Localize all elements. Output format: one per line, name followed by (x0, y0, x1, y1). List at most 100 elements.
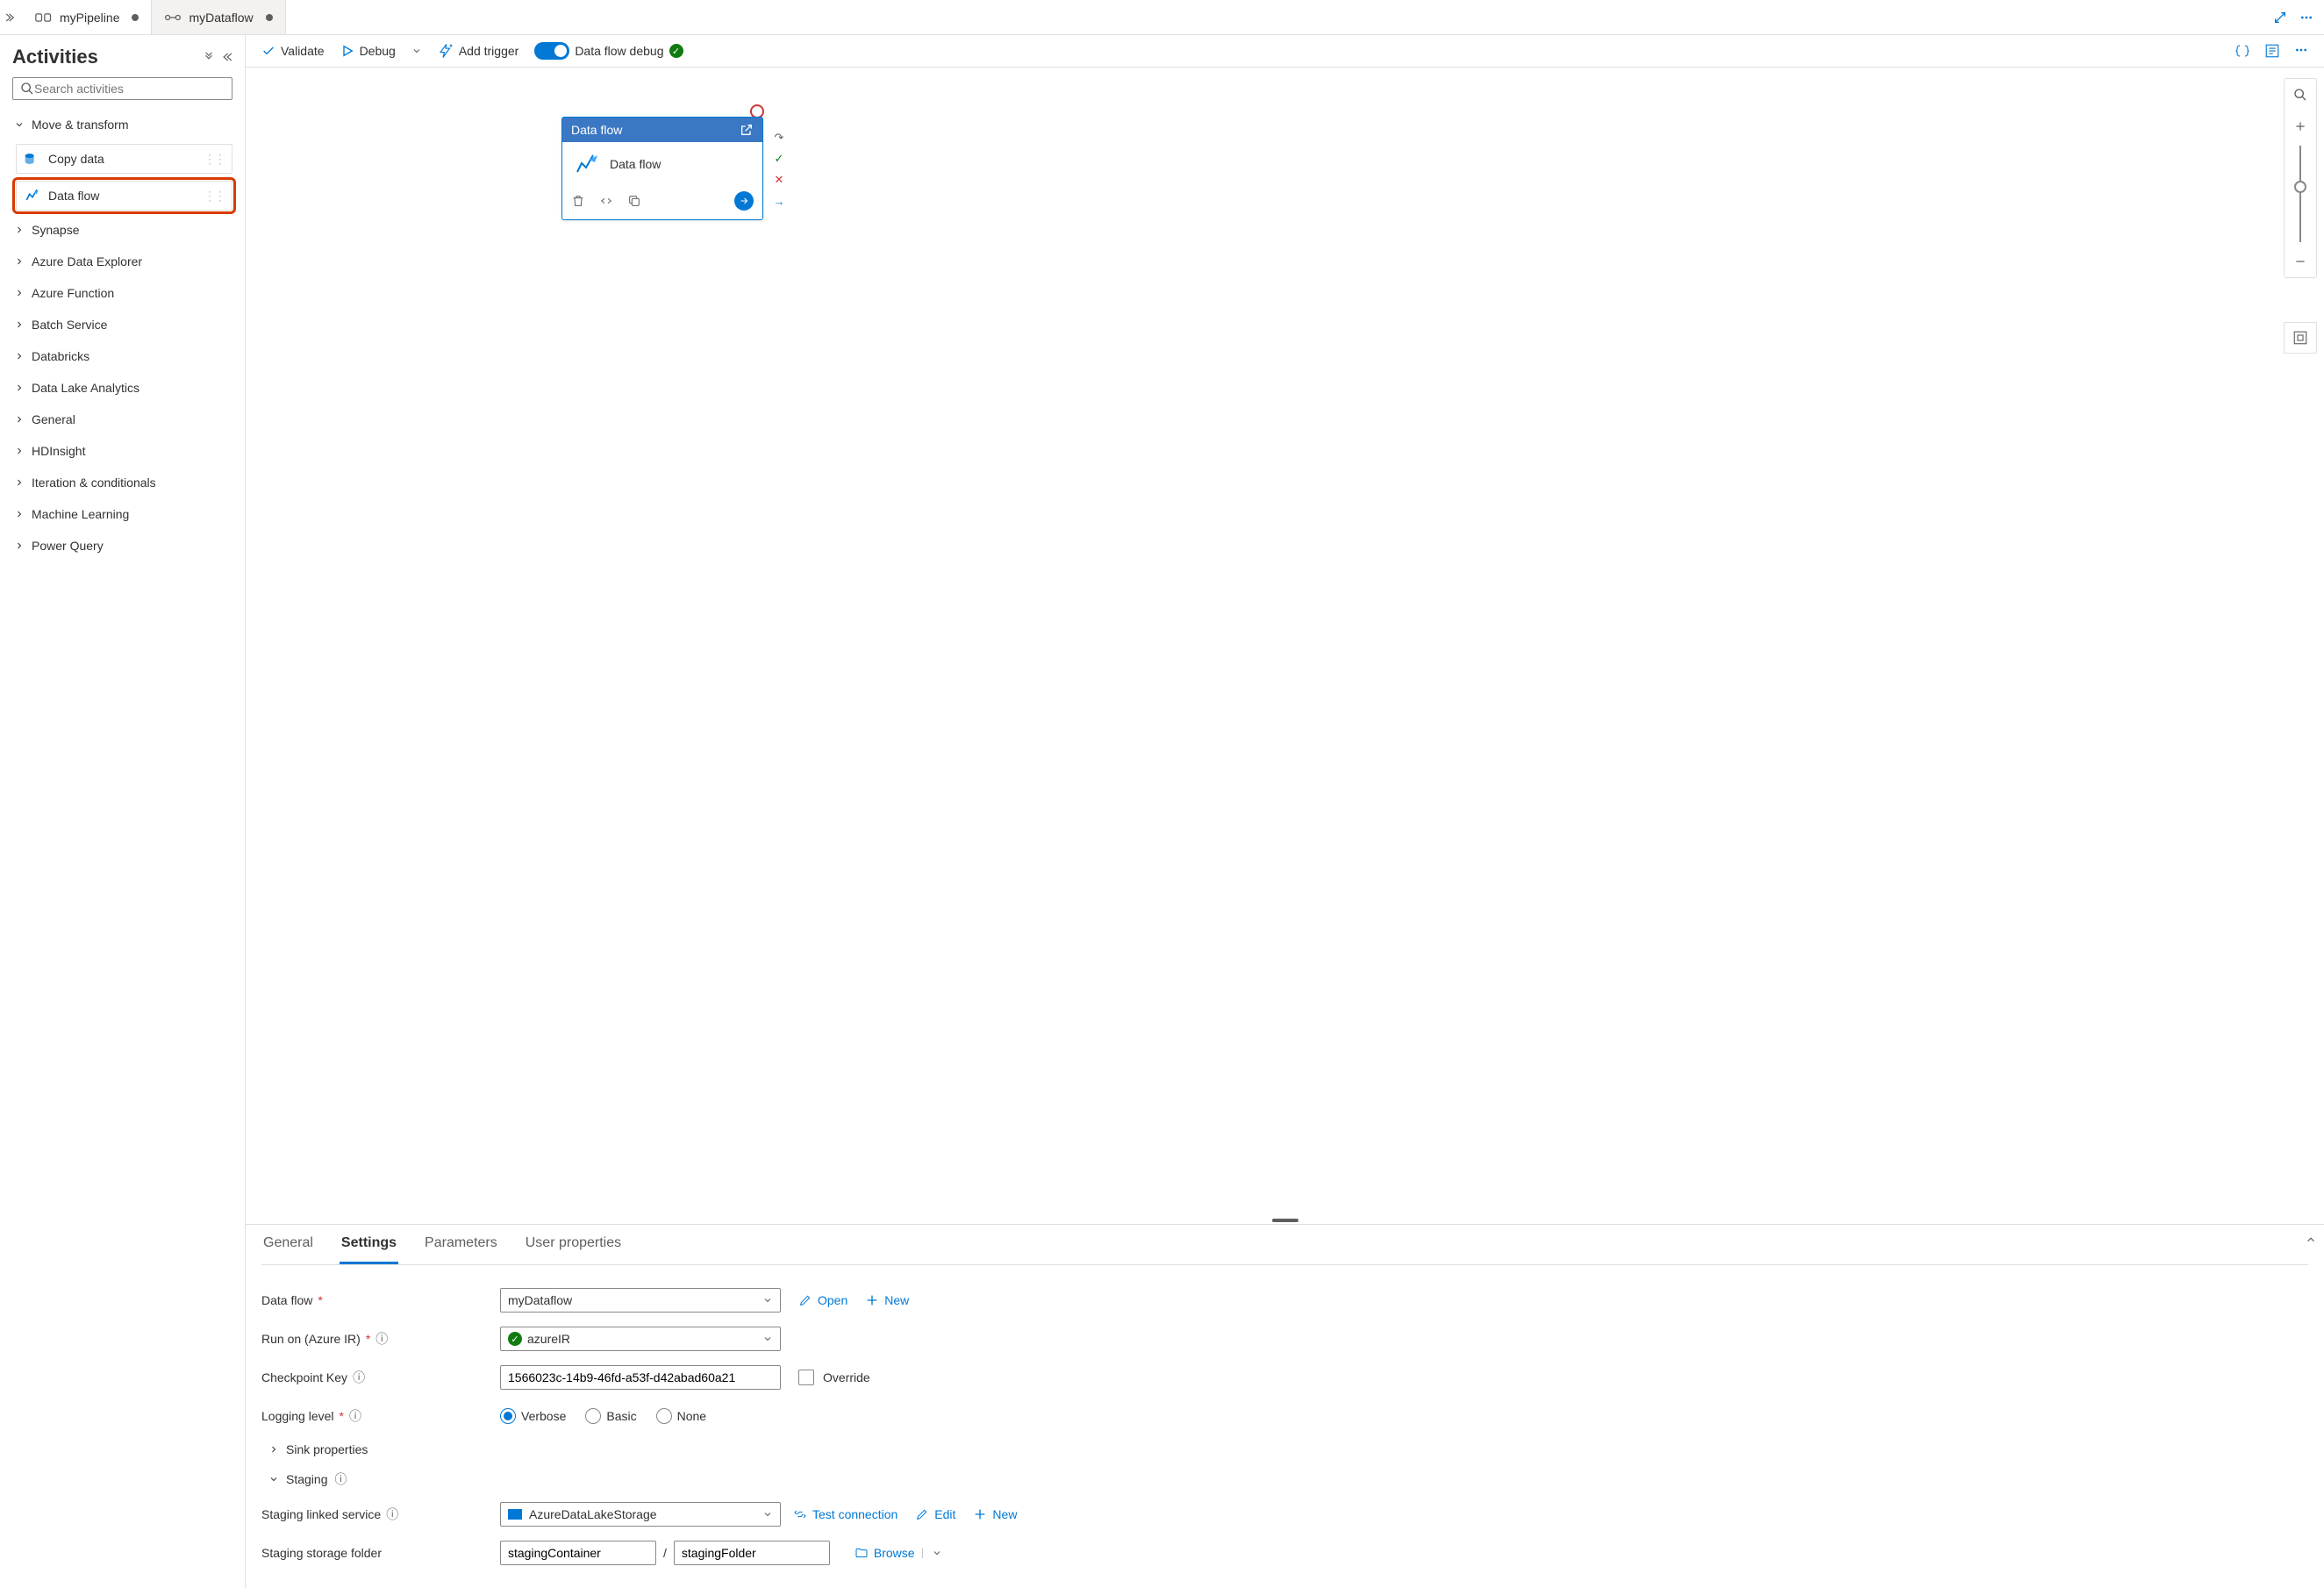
open-external-icon[interactable] (740, 123, 754, 137)
collapse-categories-icon[interactable] (203, 51, 215, 63)
chevron-right-icon (14, 414, 25, 425)
canvas-search-icon[interactable] (2285, 79, 2316, 111)
category-item[interactable]: Synapse (12, 214, 232, 246)
logging-none-radio[interactable]: None (656, 1408, 706, 1424)
category-move-transform[interactable]: Move & transform (12, 109, 232, 140)
new-service-link[interactable]: New (973, 1507, 1017, 1521)
more-icon[interactable] (2299, 11, 2313, 25)
search-icon (20, 82, 34, 96)
staging-container-input[interactable] (500, 1541, 656, 1565)
status-ok-icon: ✓ (508, 1332, 522, 1346)
zoom-fit-button[interactable] (2284, 322, 2317, 354)
properties-panel: General Settings Parameters User propert… (246, 1224, 2324, 1588)
activity-data-flow[interactable]: Data flow ⋮⋮ (16, 181, 232, 211)
label-staging-folder: Staging storage folder (261, 1546, 382, 1560)
staging-service-select[interactable]: AzureDataLakeStorage (500, 1502, 781, 1527)
search-field[interactable] (34, 82, 225, 96)
tab-user-properties[interactable]: User properties (524, 1225, 623, 1264)
status-ok-icon: ✓ (669, 44, 683, 58)
info-icon[interactable]: ⓘ (386, 1506, 398, 1523)
expand-window-icon[interactable] (2273, 11, 2287, 25)
tab-parameters[interactable]: Parameters (423, 1225, 499, 1264)
category-item[interactable]: Databricks (12, 340, 232, 372)
validate-button[interactable]: Validate (261, 44, 325, 58)
tab-pipeline[interactable]: myPipeline (23, 0, 152, 34)
debug-button[interactable]: Debug (340, 44, 396, 58)
info-icon[interactable]: ⓘ (375, 1330, 388, 1348)
code-icon[interactable] (599, 194, 613, 208)
dataflow-icon (164, 11, 182, 25)
logging-verbose-radio[interactable]: Verbose (500, 1408, 566, 1424)
category-item[interactable]: Power Query (12, 530, 232, 562)
pipeline-canvas[interactable]: Data flow Data flow ↷ (246, 68, 2324, 1219)
override-checkbox[interactable] (798, 1370, 814, 1385)
dirty-indicator-icon (132, 14, 139, 21)
chevron-down-icon (762, 1509, 773, 1520)
more-icon[interactable] (2294, 43, 2308, 59)
sink-properties-section[interactable]: Sink properties (261, 1435, 2308, 1463)
clone-icon[interactable] (627, 194, 641, 208)
logging-basic-radio[interactable]: Basic (585, 1408, 636, 1424)
fail-indicator-icon: ✕ (770, 171, 788, 189)
debug-dropdown[interactable] (411, 46, 422, 56)
new-dataflow-link[interactable]: New (865, 1293, 909, 1307)
tab-label: myDataflow (189, 11, 253, 25)
category-item[interactable]: Data Lake Analytics (12, 372, 232, 404)
data-flow-select[interactable]: myDataflow (500, 1288, 781, 1313)
tab-general[interactable]: General (261, 1225, 315, 1264)
grip-icon: ⋮⋮ (204, 152, 225, 167)
zoom-slider[interactable] (2299, 146, 2301, 242)
open-dataflow-link[interactable]: Open (798, 1293, 847, 1307)
activity-copy-data[interactable]: Copy data ⋮⋮ (16, 144, 232, 174)
collapse-panel-icon[interactable] (220, 51, 232, 63)
tab-dataflow[interactable]: myDataflow (152, 0, 285, 34)
info-icon[interactable]: ⓘ (353, 1369, 365, 1386)
data-flow-icon (575, 153, 599, 175)
properties-icon[interactable] (2264, 43, 2280, 59)
tab-bar: myPipeline myDataflow (0, 0, 2324, 35)
add-trigger-button[interactable]: Add trigger (438, 43, 518, 59)
node-name: Data flow (610, 157, 661, 171)
expand-nav-icon[interactable] (0, 11, 23, 24)
zoom-in-button[interactable] (2285, 111, 2316, 142)
pencil-icon (798, 1293, 812, 1307)
run-icon[interactable] (734, 191, 754, 211)
delete-icon[interactable] (571, 194, 585, 208)
collapse-properties-icon[interactable] (2305, 1234, 2317, 1246)
toggle-switch[interactable] (534, 42, 569, 60)
category-item[interactable]: Azure Function (12, 277, 232, 309)
tab-settings[interactable]: Settings (340, 1225, 398, 1264)
browse-dropdown[interactable] (922, 1548, 942, 1558)
edit-service-link[interactable]: Edit (915, 1507, 955, 1521)
staging-folder-input[interactable] (674, 1541, 830, 1565)
dataflow-activity-node[interactable]: Data flow Data flow (561, 117, 763, 220)
run-on-select[interactable]: ✓ azureIR (500, 1327, 781, 1351)
code-view-icon[interactable] (2235, 43, 2250, 59)
skip-indicator-icon: → (770, 192, 788, 210)
category-label: Synapse (32, 223, 79, 237)
category-item[interactable]: Azure Data Explorer (12, 246, 232, 277)
chevron-right-icon (14, 351, 25, 361)
info-icon[interactable]: ⓘ (334, 1470, 347, 1488)
browse-folder-link[interactable]: Browse (855, 1546, 915, 1560)
category-item[interactable]: Iteration & conditionals (12, 467, 232, 498)
info-icon[interactable]: ⓘ (349, 1407, 361, 1425)
search-activities-input[interactable] (12, 77, 232, 100)
category-label: Batch Service (32, 318, 107, 332)
category-item[interactable]: HDInsight (12, 435, 232, 467)
dataflow-debug-toggle[interactable]: Data flow debug ✓ (534, 42, 688, 60)
chevron-right-icon (14, 288, 25, 298)
category-label: Iteration & conditionals (32, 476, 156, 490)
zoom-out-button[interactable] (2285, 246, 2316, 277)
chevron-down-icon (411, 46, 422, 56)
chevron-right-icon (14, 319, 25, 330)
test-connection-link[interactable]: Test connection (793, 1507, 897, 1521)
category-item[interactable]: Batch Service (12, 309, 232, 340)
category-label: Machine Learning (32, 507, 129, 521)
staging-section[interactable]: Staging ⓘ (261, 1463, 2308, 1495)
chevron-right-icon (14, 446, 25, 456)
redo-indicator-icon: ↷ (770, 129, 788, 147)
checkpoint-input[interactable] (500, 1365, 781, 1390)
category-item[interactable]: General (12, 404, 232, 435)
category-item[interactable]: Machine Learning (12, 498, 232, 530)
